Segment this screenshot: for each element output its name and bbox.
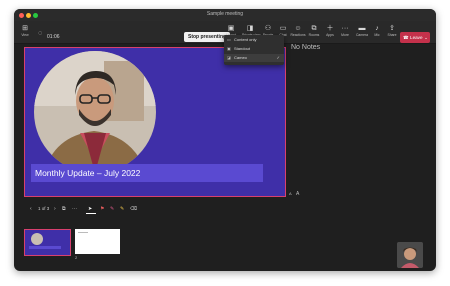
active-tool-underline — [86, 213, 96, 214]
menu-item-standout[interactable]: ▣ Standout — [224, 45, 284, 53]
view-button[interactable]: ⊞ View — [17, 24, 33, 40]
laser-pointer-icon[interactable]: ⚑ — [100, 205, 104, 213]
window-title: Sample meeting — [206, 11, 244, 17]
camera-icon: ▬ — [358, 25, 366, 32]
grid-icon: ⊞ — [22, 25, 28, 32]
toolbar-label: Share — [387, 33, 397, 37]
toolbar-label: More — [341, 33, 349, 37]
menu-item-cameo[interactable]: ◪ Cameo ✓ — [224, 54, 284, 62]
previous-slide-button[interactable]: ‹ — [30, 205, 32, 213]
people-icon: ⚇ — [264, 25, 272, 32]
pen-icon[interactable]: ✎ — [110, 205, 114, 213]
slide-title: Monthly Update – July 2022 — [31, 164, 263, 182]
layout-icon: ▣ — [227, 25, 235, 32]
toolbar-camera-button[interactable]: ▬ Camera — [354, 24, 370, 40]
layout-dropdown-menu: ▭ Content only ▣ Standout ◪ Cameo ✓ — [224, 35, 284, 65]
toolbar-label: Rooms — [308, 33, 320, 37]
toolbar-label: Camera — [355, 33, 369, 37]
zoom-in-button[interactable]: A — [296, 191, 299, 197]
presenter-photo — [34, 51, 156, 173]
slide-thumbnail-2[interactable] — [75, 229, 120, 254]
toolbar-label: Reactions — [290, 33, 306, 37]
thumbnail-caption — [29, 246, 61, 249]
leave-button[interactable]: ☎ Leave ⌄ — [400, 32, 430, 43]
toolbar-mic-button[interactable]: ♪ Mic — [369, 24, 385, 40]
meeting-timer: 01:06 — [47, 34, 60, 40]
highlighter-icon[interactable]: ✎ — [120, 205, 124, 213]
cameo-icon: ◪ — [227, 55, 231, 60]
rooms-icon: ⧉ — [311, 25, 317, 32]
menu-item-content-only[interactable]: ▭ Content only — [224, 36, 284, 44]
slide-grid-icon[interactable]: ⧉ — [62, 205, 66, 213]
share-icon: ⇪ — [389, 25, 395, 32]
chevron-down-icon[interactable]: ⌄ — [424, 32, 428, 43]
thumbnail-photo — [31, 233, 43, 245]
speaker-notes: No Notes — [291, 44, 321, 51]
page-indicator: 1 of 3 — [38, 206, 50, 211]
toolbar-label: Apps — [326, 33, 334, 37]
apps-icon: ＋ — [326, 25, 334, 32]
app-window: Sample meeting ⊞ View ◌ 01:06 Stop prese… — [14, 9, 436, 271]
menu-item-label: Standout — [234, 46, 251, 51]
zoom-out-button[interactable]: A — [289, 191, 292, 196]
thumbnail-text-line — [78, 232, 88, 233]
leave-label: Leave — [410, 35, 423, 40]
checkmark-icon: ✓ — [276, 55, 280, 60]
content-only-icon: ▭ — [227, 37, 231, 42]
toolbar-share-button[interactable]: ⇪ Share — [384, 24, 400, 40]
chat-icon: ▭ — [279, 25, 287, 32]
standout-icon: ▣ — [227, 46, 231, 51]
shield-icon: ◌ — [38, 30, 43, 37]
menu-item-label: Content only — [234, 37, 257, 42]
toolbar-reactions-button[interactable]: ☺ Reactions — [290, 24, 306, 40]
toolbar-label: Mic — [374, 33, 380, 37]
title-bar: Sample meeting — [14, 9, 436, 21]
slide-thumbnail-1[interactable] — [24, 229, 71, 256]
eraser-icon[interactable]: ⌫ — [130, 205, 137, 213]
phone-icon: ☎ — [403, 35, 409, 40]
private-view-icon: ◨ — [246, 25, 254, 32]
slide-controls: ‹ 1 of 3 › ⧉ ··· ➤ ⚑ ✎ ✎ ⌫ — [24, 205, 284, 215]
toolbar-more-button[interactable]: ··· More — [337, 24, 353, 40]
thumbnail-number: 2 — [75, 255, 78, 260]
toolbar-rooms-button[interactable]: ⧉ Rooms — [306, 24, 322, 40]
view-label: View — [21, 33, 29, 37]
pointer-tool-icon[interactable]: ➤ — [88, 205, 92, 213]
self-view-video[interactable] — [397, 242, 423, 268]
more-options-icon[interactable]: ··· — [72, 205, 77, 213]
reactions-icon: ☺ — [294, 25, 302, 32]
more-icon: ··· — [341, 25, 349, 32]
mic-icon: ♪ — [375, 25, 379, 32]
presentation-slide: Monthly Update – July 2022 — [24, 47, 286, 197]
menu-item-label: Cameo — [234, 55, 247, 60]
next-slide-button[interactable]: › — [54, 205, 56, 213]
toolbar-apps-button[interactable]: ＋ Apps — [322, 24, 338, 40]
